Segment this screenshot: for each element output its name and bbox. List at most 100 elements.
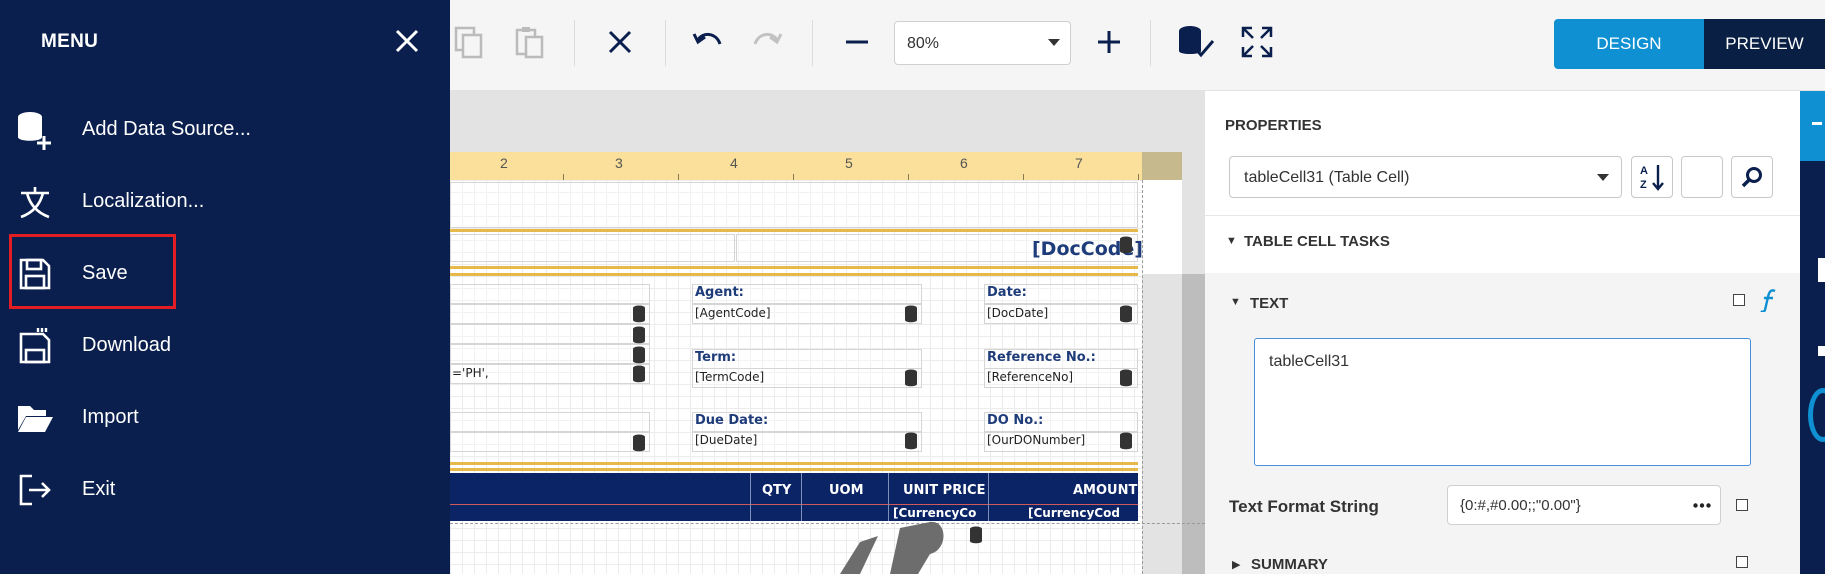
expression-fx-icon[interactable] — [1760, 288, 1778, 312]
report-cell[interactable] — [450, 182, 1138, 228]
amount-header[interactable]: AMOUNT — [1073, 483, 1137, 498]
menu-title: MENU — [41, 31, 99, 52]
menu-item-label: Localization... — [82, 190, 205, 212]
report-cell[interactable] — [450, 234, 735, 262]
ruler-number: 2 — [500, 155, 508, 171]
term-code-field[interactable]: [TermCode] — [695, 370, 764, 384]
validate-bindings-button[interactable] — [1176, 22, 1216, 62]
date-label: Date: — [987, 285, 1027, 300]
delete-button[interactable] — [600, 22, 640, 62]
data-binding-icon[interactable] — [1119, 305, 1133, 323]
data-binding-icon[interactable] — [632, 434, 646, 452]
strip-icon[interactable] — [1818, 258, 1825, 282]
do-number-field[interactable]: [OurDONumber] — [987, 433, 1085, 447]
triangle-right-icon: ▶ — [1232, 559, 1241, 571]
report-cell[interactable] — [450, 412, 650, 432]
report-cell[interactable] — [450, 344, 650, 364]
ruler-number: 7 — [1075, 155, 1083, 171]
text-value: tableCell31 — [1269, 353, 1350, 370]
sort-alphabetically-button[interactable]: AZ — [1631, 156, 1673, 198]
strip-icon[interactable] — [1818, 346, 1825, 356]
data-binding-icon[interactable] — [904, 305, 918, 323]
summary-reset-checkbox[interactable] — [1736, 556, 1748, 568]
strip-active-tab[interactable] — [1800, 91, 1825, 161]
report-cell[interactable] — [450, 432, 650, 452]
zoom-in-button[interactable] — [1089, 22, 1129, 62]
text-section-title[interactable]: TEXT — [1250, 295, 1288, 312]
menu-item-exit[interactable]: Exit — [0, 458, 450, 520]
preview-tab-button[interactable]: PREVIEW — [1704, 19, 1825, 69]
text-format-reset-checkbox[interactable] — [1736, 499, 1748, 511]
search-properties-button[interactable] — [1731, 156, 1773, 198]
copy-button[interactable] — [449, 22, 489, 62]
report-cell[interactable] — [450, 324, 650, 344]
due-date-field[interactable]: [DueDate] — [695, 433, 757, 447]
text-format-input[interactable]: {0:#,#0.00;;"0.00"} — [1447, 485, 1721, 525]
data-binding-icon[interactable] — [1119, 432, 1133, 450]
text-reset-checkbox[interactable] — [1733, 294, 1745, 306]
data-binding-icon[interactable] — [1119, 236, 1133, 254]
side-menu: MENU Add Data Source... Localization... … — [0, 0, 450, 574]
data-binding-icon[interactable] — [1119, 369, 1133, 387]
text-value-editor[interactable]: tableCell31 — [1254, 338, 1751, 466]
plus-icon — [1812, 122, 1822, 125]
data-binding-icon[interactable] — [969, 526, 983, 544]
qty-header[interactable]: QTY — [762, 483, 791, 498]
data-binding-icon[interactable] — [632, 326, 646, 344]
report-cell[interactable] — [450, 284, 650, 304]
agent-code-field[interactable]: [AgentCode] — [695, 306, 771, 320]
exit-icon — [15, 470, 55, 510]
menu-item-localization[interactable]: Localization... — [0, 170, 450, 232]
table-column-divider — [750, 473, 751, 521]
redo-button[interactable] — [747, 22, 787, 62]
toolbar-separator — [812, 20, 813, 66]
download-icon — [15, 326, 55, 366]
categorize-button[interactable] — [1681, 156, 1723, 198]
ruler-number: 6 — [960, 155, 968, 171]
tasks-section-title[interactable]: TABLE CELL TASKS — [1244, 233, 1390, 250]
expand-icon — [1241, 26, 1273, 58]
data-binding-icon[interactable] — [632, 305, 646, 323]
menu-item-import[interactable]: Import — [0, 386, 450, 448]
canvas-gutter — [1182, 274, 1205, 574]
report-cell[interactable] — [450, 304, 650, 324]
data-binding-icon[interactable] — [904, 432, 918, 450]
toolbar-separator — [665, 20, 666, 66]
menu-item-add-data-source[interactable]: Add Data Source... — [0, 98, 450, 160]
reference-no-field[interactable]: [ReferenceNo] — [987, 370, 1073, 384]
menu-item-label: Download — [82, 334, 171, 356]
plus-icon — [1098, 31, 1120, 53]
unit-price-header[interactable]: UNIT PRICE — [903, 483, 985, 498]
ruler-corner — [1142, 152, 1182, 180]
close-menu-button[interactable] — [390, 24, 424, 58]
zoom-select[interactable]: 80% — [894, 21, 1071, 65]
undo-button[interactable] — [688, 22, 728, 62]
component-selector[interactable]: tableCell31 (Table Cell) — [1229, 156, 1622, 198]
ruler-number: 3 — [615, 155, 623, 171]
paste-button[interactable] — [510, 22, 550, 62]
menu-item-label: Import — [82, 406, 139, 428]
data-binding-icon[interactable] — [904, 369, 918, 387]
ellipsis-icon[interactable] — [1693, 503, 1711, 508]
svg-text:A: A — [1640, 165, 1648, 177]
menu-item-download[interactable]: Download — [0, 314, 450, 376]
design-tab-button[interactable]: DESIGN — [1554, 19, 1704, 69]
toolbar-separator — [574, 20, 575, 66]
fullscreen-button[interactable] — [1237, 22, 1277, 62]
table-column-divider — [888, 473, 889, 521]
agent-label: Agent: — [695, 285, 744, 300]
copy-icon — [454, 26, 483, 59]
report-margin — [1142, 180, 1182, 274]
doc-date-field[interactable]: [DocDate] — [987, 306, 1048, 320]
uom-header[interactable]: UOM — [829, 483, 864, 498]
zoom-out-button[interactable] — [837, 22, 877, 62]
data-binding-icon[interactable] — [632, 365, 646, 383]
currency-code-cell[interactable]: [CurrencyCo — [893, 506, 976, 520]
summary-section-title[interactable]: SUMMARY — [1251, 556, 1328, 573]
currency-code-cell[interactable]: [CurrencyCod — [1028, 506, 1120, 520]
search-icon — [1741, 167, 1762, 188]
data-binding-icon[interactable] — [632, 346, 646, 364]
delete-x-icon — [608, 30, 632, 54]
text-format-value: {0:#,#0.00;;"0.00"} — [1460, 497, 1581, 514]
menu-item-label: Add Data Source... — [82, 118, 251, 140]
